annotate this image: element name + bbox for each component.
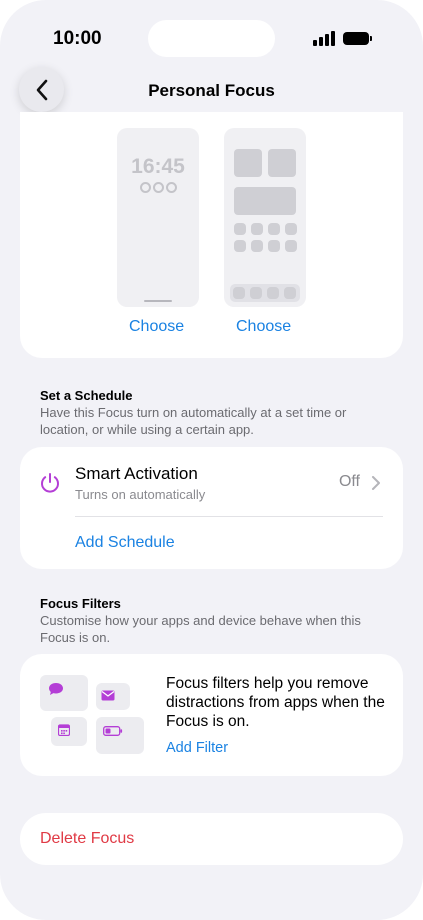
power-icon <box>41 473 59 493</box>
filters-section-title: Focus Filters <box>40 596 121 611</box>
battery-icon <box>103 726 123 736</box>
battery-icon <box>343 32 369 45</box>
page-title: Personal Focus <box>148 81 275 100</box>
choose-lock-screen-button[interactable]: Choose <box>129 318 184 336</box>
filters-section-description: Customise how your apps and device behav… <box>40 613 361 645</box>
schedule-section-description: Have this Focus turn on automatically at… <box>40 405 347 437</box>
lock-screen-preview[interactable]: 16:45 <box>117 128 199 307</box>
calendar-icon <box>58 724 70 736</box>
home-screen-preview[interactable] <box>224 128 306 307</box>
divider <box>75 516 383 517</box>
signal-icon <box>313 30 337 46</box>
schedule-card: Smart Activation Turns on automatically … <box>20 447 403 569</box>
battery-tip <box>370 36 372 41</box>
delete-focus-button[interactable]: Delete Focus <box>20 813 403 865</box>
add-filter-button[interactable]: Add Filter <box>166 740 228 756</box>
focus-filters-explanation: Focus filters help you remove distractio… <box>166 675 385 730</box>
dock <box>230 284 300 302</box>
lock-screen-time: 16:45 <box>131 155 185 178</box>
home-indicator <box>144 300 172 302</box>
smart-activation-subtitle: Turns on automatically <box>75 487 206 502</box>
message-icon <box>49 683 63 695</box>
smart-activation-value: Off <box>338 473 360 490</box>
schedule-section-title: Set a Schedule <box>40 388 133 403</box>
delete-focus-label: Delete Focus <box>40 830 135 847</box>
smart-activation-row[interactable]: Smart Activation Turns on automatically … <box>20 447 403 516</box>
lock-screen-widgets <box>117 180 199 198</box>
smart-activation-title: Smart Activation <box>75 464 198 483</box>
customize-screens-card: 16:45 Choose Choose <box>20 112 403 358</box>
chevron-right-icon <box>372 476 380 490</box>
phone-screen: 10:00 Personal Focus 16:45 Choose Choose… <box>0 0 423 920</box>
status-icons <box>313 30 373 46</box>
choose-home-screen-button[interactable]: Choose <box>236 318 291 336</box>
add-schedule-button[interactable]: Add Schedule <box>75 534 175 552</box>
status-time: 10:00 <box>53 28 102 49</box>
dynamic-island <box>148 20 275 57</box>
focus-filters-card: Focus filters help you remove distractio… <box>20 654 403 776</box>
mail-icon <box>101 690 115 701</box>
